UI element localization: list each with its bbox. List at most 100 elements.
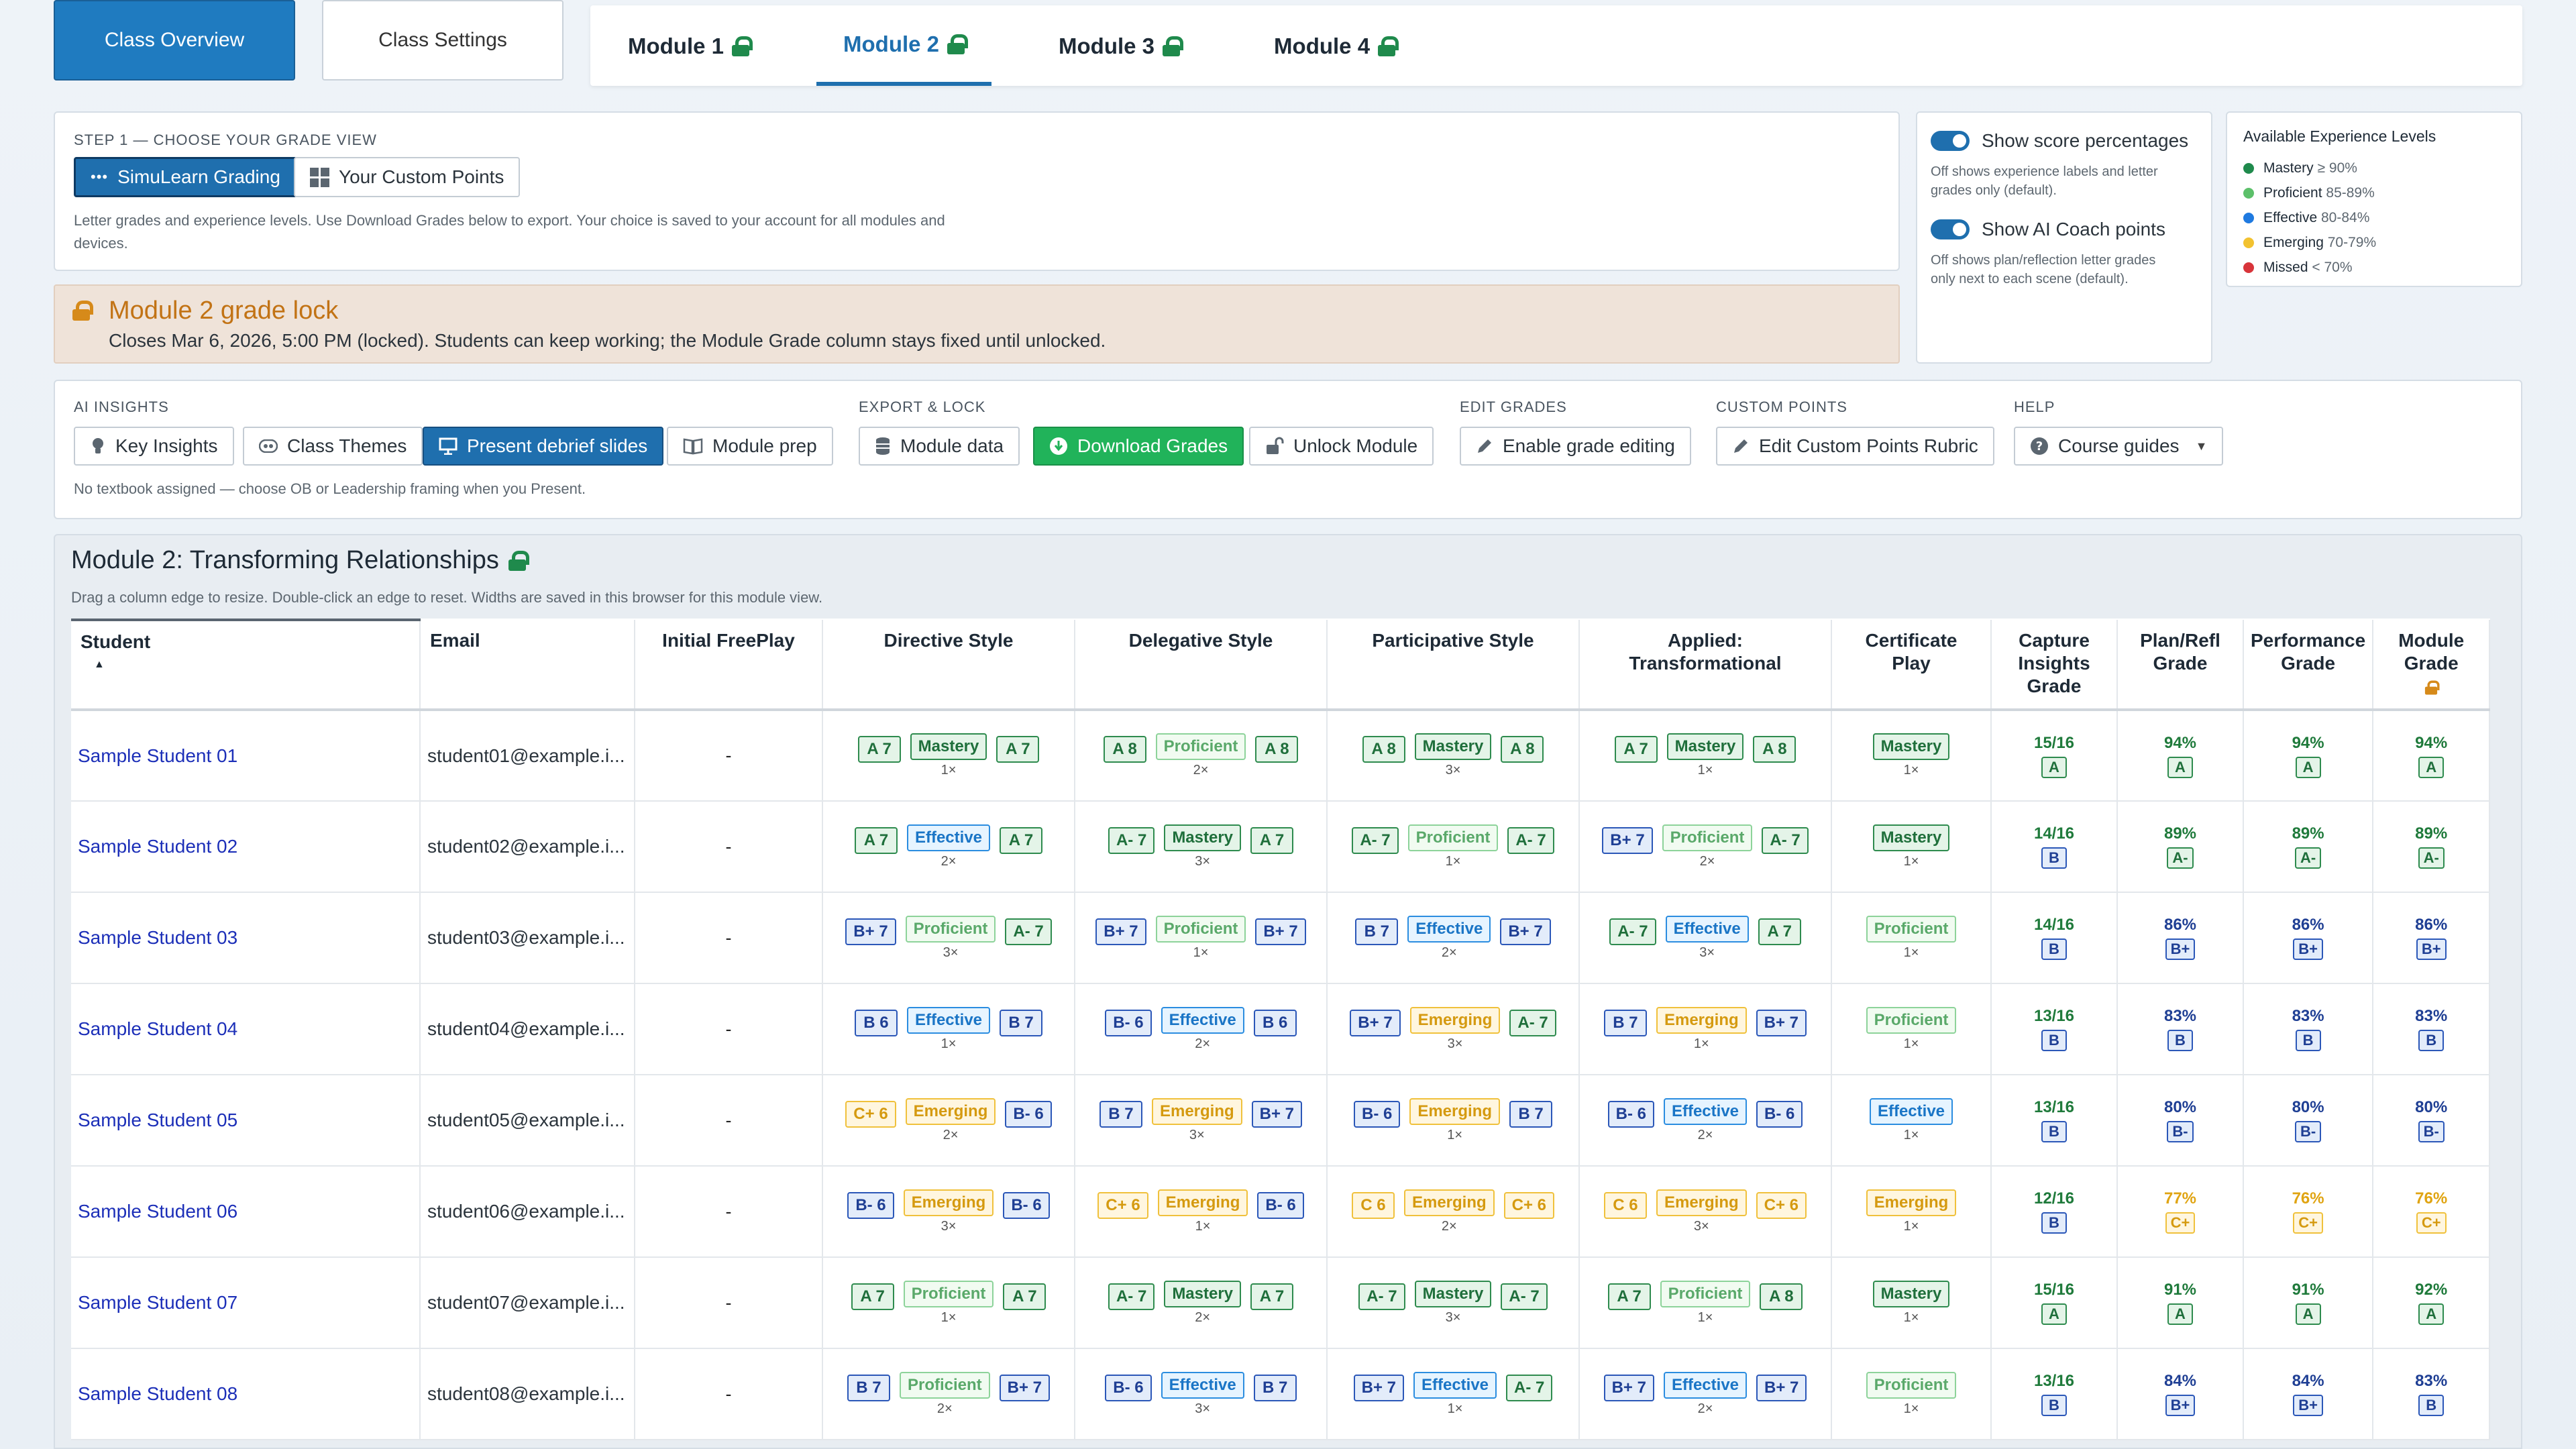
- score-value: 89%: [2415, 824, 2448, 843]
- tab-module-1[interactable]: Module 1: [628, 7, 776, 86]
- reflection-grade-badge: A 7: [996, 736, 1040, 763]
- module-grade-cell: 83% B: [2373, 1348, 2491, 1440]
- table-row: Sample Student 06 student06@example.i... -…: [71, 1166, 2491, 1258]
- legend-item-range: ≥ 90%: [2317, 160, 2357, 176]
- score-value: 86%: [2415, 916, 2448, 934]
- col-capture-header[interactable]: Capture Insights Grade: [1991, 620, 2118, 710]
- attempt-count: 2×: [943, 1127, 959, 1142]
- col-delegative-header[interactable]: Delegative Style: [1075, 620, 1328, 710]
- lock-icon: [947, 34, 969, 54]
- initial-freeplay-cell: -: [635, 801, 823, 893]
- simulearn-grading-option[interactable]: ••• SimuLearn Grading: [74, 157, 297, 197]
- col-planrefl-header[interactable]: Plan/Refl Grade: [2117, 620, 2244, 710]
- ai-coach-label: Show AI Coach points: [1982, 219, 2165, 239]
- table-row: Sample Student 05 student05@example.i... -…: [71, 1075, 2491, 1167]
- module-prep-button[interactable]: Module prep: [667, 427, 833, 466]
- plan-grade-badge: B 7: [1603, 1009, 1647, 1036]
- student-name-link[interactable]: Sample Student 06: [71, 1166, 421, 1258]
- student-name-link[interactable]: Sample Student 01: [71, 710, 421, 802]
- student-name-link[interactable]: Sample Student 08: [71, 1348, 421, 1440]
- class-themes-button[interactable]: Class Themes: [243, 427, 423, 466]
- experience-level-badge: Emerging: [1409, 1006, 1501, 1034]
- tab-module-3[interactable]: Module 3: [1032, 7, 1207, 86]
- score-value: 13/16: [2033, 1372, 2075, 1390]
- plan-grade-badge: B- 6: [1353, 1100, 1401, 1128]
- tab-module-2[interactable]: Module 2: [816, 7, 992, 86]
- key-insights-button[interactable]: Key Insights: [74, 427, 234, 466]
- plan-grade-badge: A- 7: [1358, 1283, 1405, 1310]
- capture-insights-cell: 15/16 A: [1991, 1257, 2118, 1349]
- student-name-link[interactable]: Sample Student 04: [71, 983, 421, 1075]
- col-participative-header[interactable]: Participative Style: [1327, 620, 1580, 710]
- student-name-link[interactable]: Sample Student 07: [71, 1257, 421, 1349]
- download-grades-button[interactable]: Download Grades: [1033, 427, 1244, 466]
- letter-grade-badge: B: [2041, 1030, 2067, 1051]
- student-email: student04@example.i...: [420, 983, 635, 1075]
- unlock-module-button[interactable]: Unlock Module: [1249, 427, 1434, 466]
- experience-level-badge: Proficient: [1662, 824, 1753, 851]
- reflection-grade-badge: A- 7: [1501, 1283, 1548, 1310]
- plan-grade-badge: C+ 6: [1097, 1191, 1148, 1219]
- scene-grade-cell: A 7 Mastery 1× A 8: [1579, 710, 1832, 802]
- col-student-header[interactable]: Student ▲: [71, 619, 421, 710]
- col-performance-header[interactable]: Performance Grade: [2243, 620, 2374, 710]
- col-freeplay-header[interactable]: Initial FreePlay: [635, 620, 823, 710]
- experience-level-badge: Proficient: [1660, 1280, 1751, 1307]
- experience-level-badge: Mastery: [1872, 824, 1950, 851]
- class-settings-tab[interactable]: Class Settings: [322, 0, 564, 80]
- experience-level-badge: Emerging: [905, 1097, 996, 1125]
- grade-table-title-text: Module 2: Transforming Relationships: [71, 546, 499, 574]
- student-name-link[interactable]: Sample Student 02: [71, 801, 421, 893]
- letter-grade-badge: C+: [2416, 1212, 2447, 1234]
- reflection-grade-badge: B+ 7: [1500, 918, 1551, 945]
- capture-insights-cell: 14/16 B: [1991, 801, 2118, 893]
- module-data-button[interactable]: Module data: [859, 427, 1020, 466]
- letter-grade-badge: B: [2295, 1030, 2321, 1051]
- attempt-count: 1×: [1903, 763, 1919, 777]
- score-value: 92%: [2415, 1281, 2448, 1299]
- class-overview-tab[interactable]: Class Overview: [54, 0, 295, 80]
- plan-grade-badge: B+ 7: [845, 918, 896, 945]
- student-name-link[interactable]: Sample Student 03: [71, 892, 421, 984]
- attempt-count: 2×: [941, 853, 957, 869]
- scene-grade-cell: C+ 6 Emerging 2× B- 6: [822, 1075, 1075, 1167]
- course-guides-dropdown[interactable]: ? Course guides ▼: [2014, 427, 2224, 466]
- reflection-grade-badge: A- 7: [1509, 1009, 1556, 1036]
- table-header-row: Student ▲ Email Initial FreePlay Directi…: [71, 619, 2491, 710]
- col-module-grade-header[interactable]: Module Grade: [2373, 620, 2491, 710]
- score-value: 94%: [2292, 733, 2324, 752]
- col-certificate-header[interactable]: Certificate Play: [1831, 620, 1992, 710]
- dots-icon: •••: [91, 168, 109, 185]
- reflection-grade-badge: B 7: [1509, 1100, 1553, 1128]
- reflection-grade-badge: B+ 7: [1255, 918, 1306, 945]
- plan-grade-badge: C 6: [1603, 1191, 1647, 1219]
- ai-coach-toggle[interactable]: [1931, 219, 1970, 239]
- score-value: 80%: [2292, 1098, 2324, 1116]
- custom-points-option[interactable]: Your Custom Points: [294, 157, 521, 197]
- col-email-header[interactable]: Email: [420, 620, 635, 710]
- experience-level-badge: Mastery: [910, 733, 987, 760]
- student-name-link[interactable]: Sample Student 05: [71, 1075, 421, 1167]
- edit-rubric-button[interactable]: Edit Custom Points Rubric: [1716, 427, 1994, 466]
- letter-grade-badge: B: [2041, 847, 2067, 869]
- legend-item-name: Missed: [2263, 260, 2308, 275]
- lock-icon: [2425, 680, 2440, 695]
- enable-grade-editing-button[interactable]: Enable grade editing: [1460, 427, 1691, 466]
- attempt-count: 1×: [1903, 853, 1919, 869]
- attempt-count: 2×: [1195, 1309, 1211, 1325]
- present-debrief-button[interactable]: Present debrief slides: [423, 427, 664, 466]
- letter-grade-badge: B: [2041, 1395, 2067, 1416]
- experience-level-badge: Proficient: [903, 1280, 994, 1307]
- score-pct-toggle[interactable]: [1931, 131, 1970, 151]
- student-email: student07@example.i...: [420, 1257, 635, 1349]
- plan-grade-badge: A- 7: [1108, 1283, 1155, 1310]
- attempt-count: 2×: [936, 1401, 953, 1416]
- col-transformational-header[interactable]: Applied: Transformational: [1579, 620, 1832, 710]
- col-directive-header[interactable]: Directive Style: [822, 620, 1075, 710]
- experience-level-badge: Proficient: [1155, 915, 1246, 943]
- attempt-count: 3×: [1195, 853, 1211, 869]
- tab-module-4[interactable]: Module 4: [1247, 7, 1422, 86]
- reflection-grade-badge: C+ 6: [1503, 1191, 1555, 1219]
- letter-grade-badge: B: [2041, 1121, 2067, 1142]
- plan-grade-badge: A 7: [1607, 1283, 1651, 1310]
